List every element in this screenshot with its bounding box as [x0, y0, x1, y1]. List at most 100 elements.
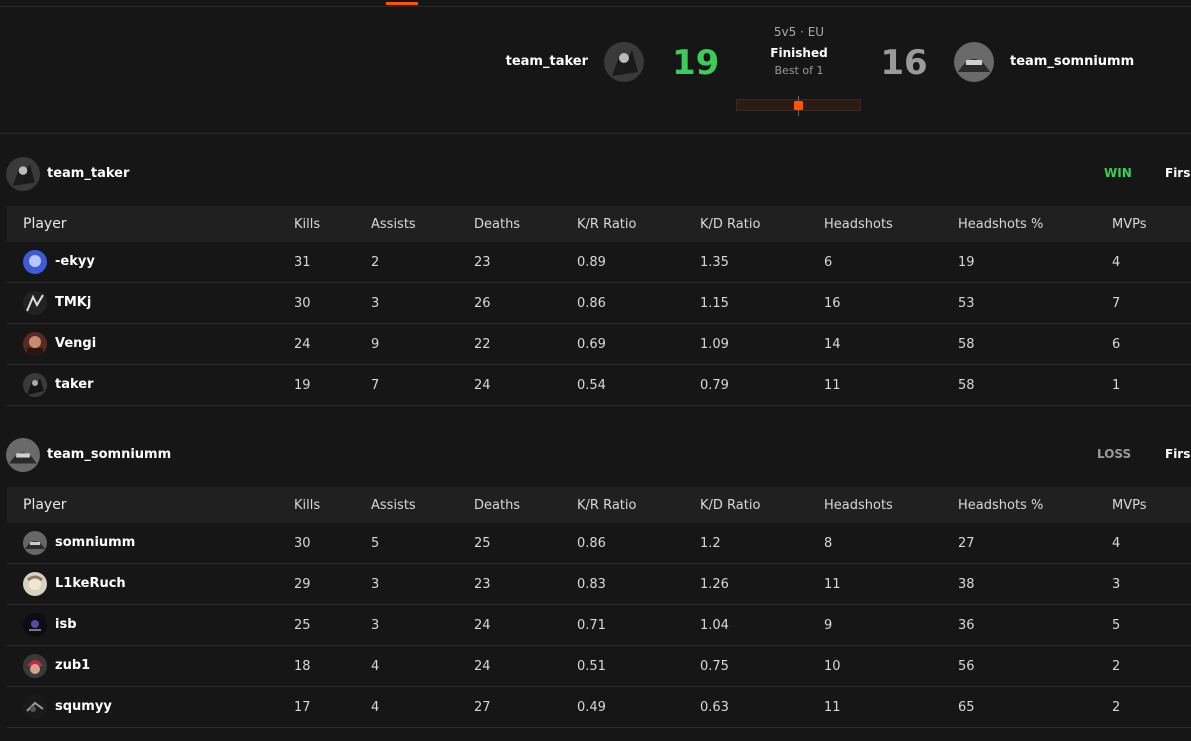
col-kills[interactable]: Kills — [294, 217, 320, 232]
player-name[interactable]: TMKj — [55, 295, 91, 310]
assists-cell: 3 — [371, 296, 380, 311]
headshots-pct-cell: 58 — [958, 337, 975, 352]
headshots-cell: 10 — [824, 659, 841, 674]
player-name[interactable]: squmyy — [55, 699, 112, 714]
player-name[interactable]: Vengi — [55, 336, 96, 351]
table-row[interactable]: TMKj 30 3 26 0.86 1.15 16 53 7 — [7, 283, 1191, 324]
kd-ratio-cell: 0.75 — [700, 659, 729, 674]
headshots-cell: 6 — [824, 255, 833, 270]
kr-ratio-cell: 0.86 — [577, 296, 606, 311]
col-player[interactable]: Player — [23, 216, 67, 232]
team-a-section-title[interactable]: team_taker — [47, 166, 129, 181]
kills-cell: 24 — [294, 337, 311, 352]
team-b-name[interactable]: team_somniumm — [1010, 54, 1134, 69]
headshots-pct-cell: 19 — [958, 255, 975, 270]
table-row[interactable]: L1keRuch 29 3 23 0.83 1.26 11 38 3 — [7, 564, 1191, 605]
col-kd-ratio[interactable]: K/D Ratio — [700, 217, 760, 232]
kills-cell: 25 — [294, 618, 311, 633]
kills-cell: 18 — [294, 659, 311, 674]
team-b-section: team_somniumm LOSS Firs Player Kills Ass… — [0, 436, 1191, 728]
player-avatar[interactable] — [23, 332, 47, 356]
mvps-cell: 4 — [1112, 536, 1121, 551]
table-row[interactable]: squmyy 17 4 27 0.49 0.63 11 65 2 — [7, 687, 1191, 728]
player-avatar[interactable] — [23, 250, 47, 274]
headshots-pct-cell: 36 — [958, 618, 975, 633]
progress-marker — [794, 101, 803, 110]
assists-cell: 3 — [371, 618, 380, 633]
player-avatar[interactable] — [23, 654, 47, 678]
col-kr-ratio[interactable]: K/R Ratio — [577, 498, 636, 513]
player-name[interactable]: -ekyy — [55, 254, 95, 269]
table-row[interactable]: isb 25 3 24 0.71 1.04 9 36 5 — [7, 605, 1191, 646]
table-row[interactable]: Vengi 24 9 22 0.69 1.09 14 58 6 — [7, 324, 1191, 365]
kr-ratio-cell: 0.83 — [577, 577, 606, 592]
team-b-section-title[interactable]: team_somniumm — [47, 447, 171, 462]
team-a-avatar[interactable] — [604, 42, 644, 82]
mvps-cell: 4 — [1112, 255, 1121, 270]
kills-cell: 30 — [294, 296, 311, 311]
headshots-cell: 8 — [824, 536, 833, 551]
col-headshots-pct[interactable]: Headshots % — [958, 498, 1043, 513]
col-kd-ratio[interactable]: K/D Ratio — [700, 498, 760, 513]
kr-ratio-cell: 0.86 — [577, 536, 606, 551]
table-row[interactable]: taker 19 7 24 0.54 0.79 11 58 1 — [7, 365, 1191, 406]
headshots-pct-cell: 65 — [958, 700, 975, 715]
col-headshots[interactable]: Headshots — [824, 217, 893, 232]
table-header: Player Kills Assists Deaths K/R Ratio K/… — [7, 487, 1191, 523]
team-a-name[interactable]: team_taker — [506, 54, 588, 69]
deaths-cell: 23 — [474, 577, 491, 592]
mvps-cell: 3 — [1112, 577, 1121, 592]
player-avatar[interactable] — [23, 695, 47, 719]
kr-ratio-cell: 0.71 — [577, 618, 606, 633]
col-player[interactable]: Player — [23, 497, 67, 513]
player-name[interactable]: L1keRuch — [55, 576, 126, 591]
mvps-cell: 1 — [1112, 378, 1121, 393]
col-assists[interactable]: Assists — [371, 498, 416, 513]
col-kills[interactable]: Kills — [294, 498, 320, 513]
team-b-section-avatar[interactable] — [6, 438, 40, 472]
player-avatar[interactable] — [23, 291, 47, 315]
kd-ratio-cell: 1.35 — [700, 255, 729, 270]
table-row[interactable]: somniumm 30 5 25 0.86 1.2 8 27 4 — [7, 523, 1191, 564]
match-header: team_taker 19 5v5 · EU Finished Best of … — [0, 7, 1191, 134]
match-status: Finished — [770, 46, 828, 60]
kills-cell: 19 — [294, 378, 311, 393]
table-row[interactable]: -ekyy 31 2 23 0.89 1.35 6 19 4 — [7, 242, 1191, 283]
team-b-avatar[interactable] — [954, 42, 994, 82]
col-headshots-pct[interactable]: Headshots % — [958, 217, 1043, 232]
player-name[interactable]: taker — [55, 377, 94, 392]
col-assists[interactable]: Assists — [371, 217, 416, 232]
table-row[interactable]: zub1 18 4 24 0.51 0.75 10 56 2 — [7, 646, 1191, 687]
player-avatar[interactable] — [23, 373, 47, 397]
headshots-cell: 9 — [824, 618, 833, 633]
assists-cell: 4 — [371, 659, 380, 674]
mvps-cell: 6 — [1112, 337, 1121, 352]
team-a-section-avatar[interactable] — [6, 157, 40, 191]
mvps-cell: 7 — [1112, 296, 1121, 311]
mvps-cell: 2 — [1112, 700, 1121, 715]
team-a-section: team_taker WIN Firs Player Kills Assists… — [0, 155, 1191, 406]
player-avatar[interactable] — [23, 613, 47, 637]
mvps-cell: 5 — [1112, 618, 1121, 633]
col-mvps[interactable]: MVPs — [1112, 217, 1147, 232]
player-name[interactable]: isb — [55, 617, 77, 632]
headshots-cell: 14 — [824, 337, 841, 352]
col-kr-ratio[interactable]: K/R Ratio — [577, 217, 636, 232]
col-deaths[interactable]: Deaths — [474, 498, 520, 513]
deaths-cell: 24 — [474, 618, 491, 633]
deaths-cell: 22 — [474, 337, 491, 352]
deaths-cell: 25 — [474, 536, 491, 551]
col-deaths[interactable]: Deaths — [474, 217, 520, 232]
player-avatar[interactable] — [23, 572, 47, 596]
kd-ratio-cell: 0.63 — [700, 700, 729, 715]
match-mode: 5v5 · EU — [773, 25, 825, 39]
col-headshots[interactable]: Headshots — [824, 498, 893, 513]
col-mvps[interactable]: MVPs — [1112, 498, 1147, 513]
assists-cell: 5 — [371, 536, 380, 551]
player-avatar[interactable] — [23, 531, 47, 555]
round-progress-bar — [736, 96, 861, 116]
headshots-pct-cell: 58 — [958, 378, 975, 393]
player-name[interactable]: zub1 — [55, 658, 90, 673]
table-header: Player Kills Assists Deaths K/R Ratio K/… — [7, 206, 1191, 242]
player-name[interactable]: somniumm — [55, 535, 135, 550]
